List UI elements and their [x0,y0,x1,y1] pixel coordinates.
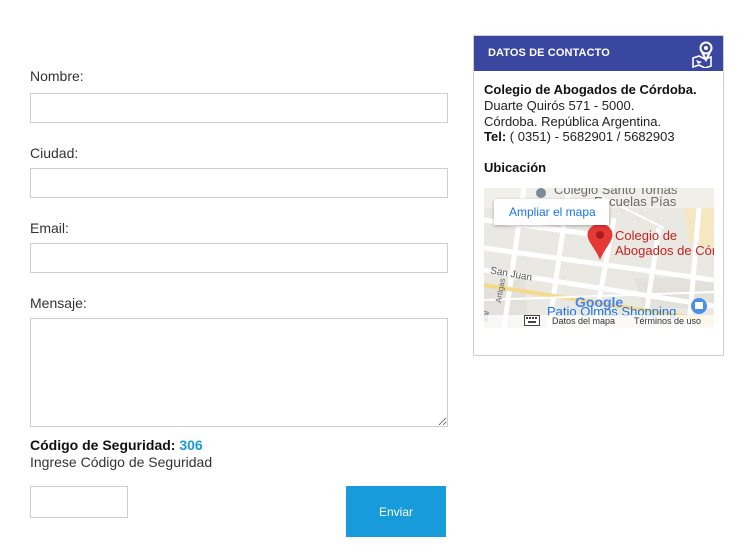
message-field[interactable] [30,318,448,427]
map-terms-link[interactable]: Términos de uso [634,316,701,326]
city-label: Ciudad: [30,145,79,161]
security-code-value: 306 [179,437,203,453]
map-place-label-2: Abogados de Córdo [615,243,714,258]
enlarge-map-link[interactable]: Ampliar el mapa [509,205,596,219]
email-field[interactable] [30,243,448,273]
security-code-label: Código de Seguridad: [30,437,176,453]
security-code-hint: Ingrese Código de Seguridad [30,454,213,470]
security-code-input[interactable] [30,486,128,518]
location-title: Ubicación [484,160,547,175]
location-map[interactable]: Colegio Santo Tomás Escuelas Pías Amplia… [484,188,714,328]
security-code-line: Código de Seguridad: 306 [30,437,203,453]
name-label: Nombre: [30,68,84,84]
city-field[interactable] [30,168,448,198]
contact-panel: DATOS DE CONTACTO Colegio de Abogados de… [473,35,724,356]
map-footer: Datos del mapa Términos de uso [484,315,714,328]
message-label: Mensaje: [30,295,87,311]
organization-name: Colegio de Abogados de Córdoba. [484,82,697,97]
map-pin-icon [687,40,715,69]
contact-panel-header: DATOS DE CONTACTO [474,36,723,71]
address-line-1: Duarte Quirós 571 - 5000. [484,98,635,113]
enlarge-map-box[interactable]: Ampliar el mapa [494,199,609,225]
phone-value: ( 0351) - 5682901 / 5682903 [509,129,675,144]
address-line-2: Córdoba. República Argentina. [484,114,662,129]
map-place-label-1: Colegio de [615,228,678,243]
email-label: Email: [30,220,69,236]
name-field[interactable] [30,93,448,123]
contact-panel-title: DATOS DE CONTACTO [488,47,610,59]
map-data-link[interactable]: Datos del mapa [552,316,615,326]
send-button[interactable]: Enviar [346,486,446,537]
phone-label: Tel: [484,129,507,144]
phone-line: Tel: ( 0351) - 5682901 / 5682903 [484,129,675,144]
